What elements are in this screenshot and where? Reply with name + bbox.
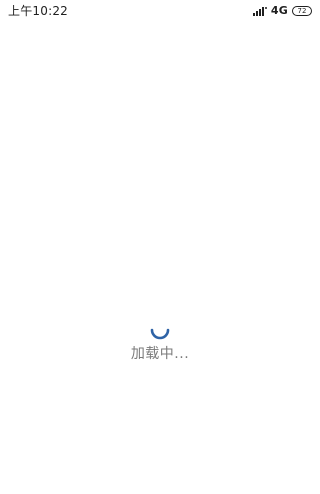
loading-text: 加载中... <box>130 346 190 362</box>
network-type: 4G <box>270 4 288 17</box>
battery-level: 72 <box>297 6 307 15</box>
status-time: 上午10:22 <box>8 4 68 18</box>
spinner-icon <box>150 328 170 340</box>
status-bar: 上午10:22 4G 72 <box>0 0 320 22</box>
loading-indicator: 加载中... <box>0 318 320 366</box>
signal-icon <box>252 7 267 16</box>
battery-icon: 72 <box>292 6 312 16</box>
status-icons: 4G 72 <box>252 0 312 22</box>
